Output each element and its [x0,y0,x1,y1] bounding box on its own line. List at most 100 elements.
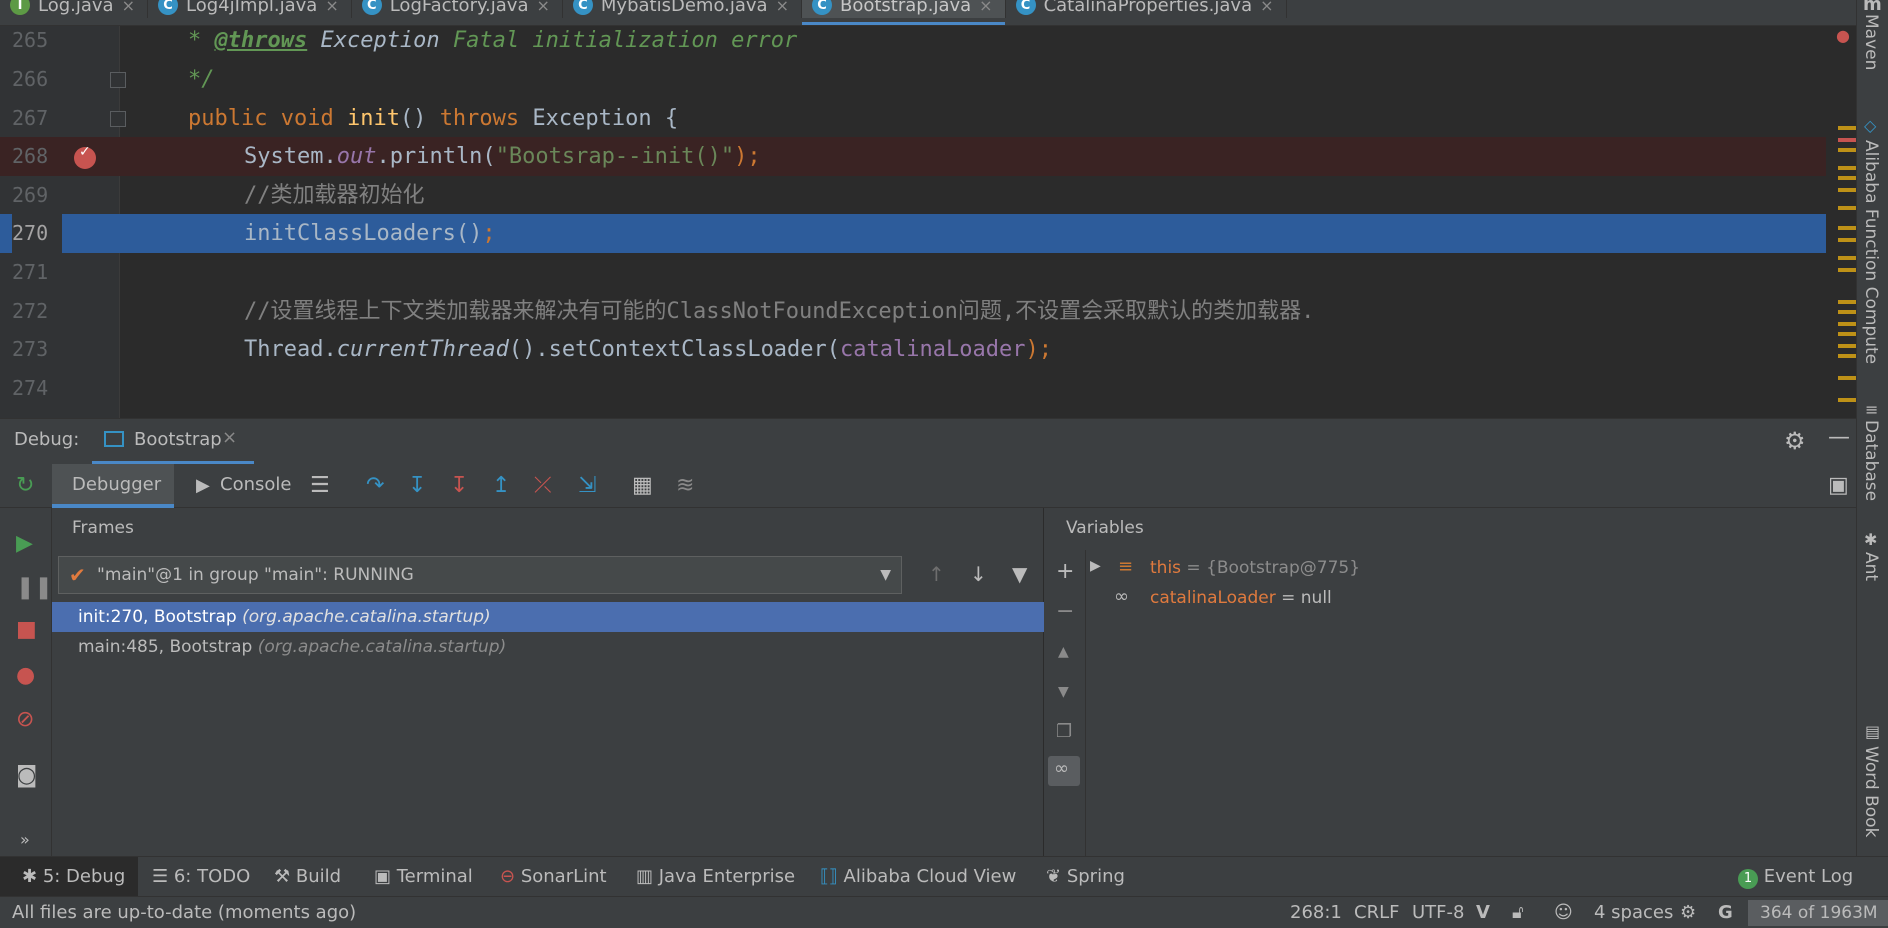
show-watches-toggle[interactable]: ∞ [1048,756,1080,786]
tool-database[interactable]: Database [1861,420,1881,501]
code-line[interactable]: 266 */ [0,60,1826,99]
tab-logfactory-java[interactable]: C LogFactory.java × [352,0,563,18]
stripe-marker[interactable] [1838,148,1856,152]
close-icon[interactable]: × [122,0,135,15]
code-editor[interactable]: 265 * @throws Exception Fatal initializa… [0,26,1826,418]
line-separator[interactable]: CRLF [1354,897,1399,928]
breakpoint-icon[interactable] [74,144,96,169]
gear-icon[interactable]: ⚙ [1784,427,1806,455]
close-icon[interactable]: × [979,0,992,15]
inspector-icon[interactable]: ☺ [1554,897,1573,928]
code-line[interactable]: 274 [0,369,1826,408]
resume-icon[interactable]: ▶ [16,532,33,556]
tab-log-java[interactable]: I Log.java × [0,0,148,18]
stripe-marker[interactable] [1838,398,1856,402]
memory-indicator[interactable]: 364 of 1963M [1748,900,1888,926]
code-line[interactable]: 269 //类加载器初始化 [0,176,1826,215]
code-line[interactable]: 272 //设置线程上下文类加载器来解决有可能的ClassNotFoundExc… [0,292,1826,331]
minimize-icon[interactable]: — [1828,425,1850,450]
stripe-marker[interactable] [1838,188,1856,192]
tab-bootstrap-java[interactable]: C Bootstrap.java × [802,0,1006,25]
toolwin-terminal[interactable]: ▣ Terminal [374,857,473,897]
close-icon[interactable]: × [537,0,550,15]
force-step-into-icon[interactable]: ↧ [450,474,468,498]
debug-config-tab[interactable]: Bootstrap × [92,419,254,465]
google-icon[interactable]: G [1718,897,1733,928]
tool-ant[interactable]: Ant [1861,552,1881,581]
toolwin-java-enterprise[interactable]: ▥ Java Enterprise [636,857,795,897]
caret-position[interactable]: 268:1 [1290,897,1342,928]
variable-row[interactable]: ∞ catalinaLoader = null [1090,586,1690,616]
tab-debugger[interactable]: Debugger [52,464,174,508]
stripe-marker[interactable] [1838,354,1856,358]
lock-icon[interactable]: 🔓︎ [1512,897,1524,928]
stripe-marker[interactable] [1838,376,1856,380]
fold-icon[interactable] [110,111,126,127]
close-icon[interactable]: × [325,0,338,15]
more-icon[interactable]: » [20,828,30,852]
stop-icon[interactable]: ■ [16,618,37,642]
variable-row[interactable]: ▶ ≡ this = {Bootstrap@775} [1090,556,1690,586]
toolwin-spring[interactable]: ❦ Spring [1046,857,1125,897]
stripe-marker[interactable] [1838,310,1856,314]
code-line[interactable]: 267 public void init() throws Exception … [0,99,1826,138]
tab-mybatisdemo-java[interactable]: C MybatisDemo.java × [563,0,802,18]
tab-catalinaproperties-java[interactable]: C CatalinaProperties.java × [1006,0,1287,18]
step-out-icon[interactable]: ↥ [492,474,510,498]
stripe-marker[interactable] [1838,206,1856,210]
evaluate-expression-icon[interactable]: ▦ [632,474,653,498]
threads-icon[interactable]: ☰ [310,474,330,498]
thread-selector[interactable]: ✔ "main"@1 in group "main": RUNNING ▼ [58,556,902,594]
code-line[interactable]: 271 [0,253,1826,292]
filter-icon[interactable]: ▼ [1012,562,1027,586]
stripe-marker[interactable] [1838,138,1856,142]
toolwin-build[interactable]: ⚒ Build [274,857,341,897]
toolwin-sonarlint[interactable]: ⊖ SonarLint [500,857,607,897]
view-breakpoints-icon[interactable]: ● [16,664,35,688]
close-icon[interactable]: × [776,0,789,15]
stripe-marker[interactable] [1838,226,1856,230]
code-line[interactable]: 265 * @throws Exception Fatal initializa… [0,26,1826,60]
down-arrow-icon[interactable]: ↓ [970,562,987,586]
fold-icon[interactable] [110,72,126,88]
mute-breakpoints-icon[interactable]: ⊘ [16,708,34,732]
drop-frame-icon[interactable]: ⤫ [534,474,552,498]
rerun-icon[interactable]: ↻ [16,474,34,498]
tool-maven[interactable]: Maven [1861,14,1881,70]
tab-log4jimpl-java[interactable]: C Log4jImpl.java × [148,0,352,18]
notifications-icon[interactable]: ⚙ [1680,897,1696,928]
toolwin-alibaba-cloud-view[interactable]: ⟦⟧ Alibaba Cloud View [820,857,1016,897]
frame-row[interactable]: init:270, Bootstrap (org.apache.catalina… [52,602,1044,632]
close-icon[interactable]: × [222,427,237,448]
expand-icon[interactable]: ▶ [1090,558,1101,574]
indent-setting[interactable]: 4 spaces [1594,897,1673,928]
file-encoding[interactable]: UTF-8 [1412,897,1464,928]
stripe-marker[interactable] [1838,238,1856,242]
status-message[interactable]: All files are up-to-date (moments ago) [12,897,356,928]
code-line-execution-point[interactable]: 270 initClassLoaders(); [0,214,1826,253]
stripe-marker[interactable] [1838,256,1856,260]
toolwin-todo[interactable]: ☰ 6: TODO [152,857,250,897]
stripe-marker[interactable] [1838,176,1856,180]
code-line-breakpoint[interactable]: 268 System.out.println("Bootsrap--init()… [0,137,1826,176]
toolwin-event-log[interactable]: 1 Event Log [1738,857,1853,897]
tab-console[interactable]: Console [220,474,291,495]
stripe-marker[interactable] [1838,126,1856,130]
tool-alibaba-function-compute[interactable]: Alibaba Function Compute [1861,140,1881,364]
vcs-icon[interactable]: V [1476,897,1490,928]
stripe-marker[interactable] [1838,268,1856,272]
close-icon[interactable]: × [1260,0,1273,15]
toolwin-debug[interactable]: ✱ 5: Debug [22,857,125,897]
code-line[interactable]: 273 Thread.currentThread().setContextCla… [0,330,1826,369]
error-icon[interactable]: ● [1836,26,1850,45]
step-over-icon[interactable]: ↷ [366,474,384,498]
tool-word-book[interactable]: Word Book [1861,746,1881,837]
stripe-marker[interactable] [1838,300,1856,304]
layout-icon[interactable]: ▣ [1828,474,1849,498]
stripe-marker[interactable] [1838,344,1856,348]
editor-error-stripe[interactable]: ● [1826,26,1856,418]
stripe-marker[interactable] [1838,166,1856,170]
add-watch-icon[interactable]: + [1056,560,1074,584]
step-into-icon[interactable]: ↧ [408,474,426,498]
frame-row[interactable]: main:485, Bootstrap (org.apache.catalina… [52,632,1044,662]
